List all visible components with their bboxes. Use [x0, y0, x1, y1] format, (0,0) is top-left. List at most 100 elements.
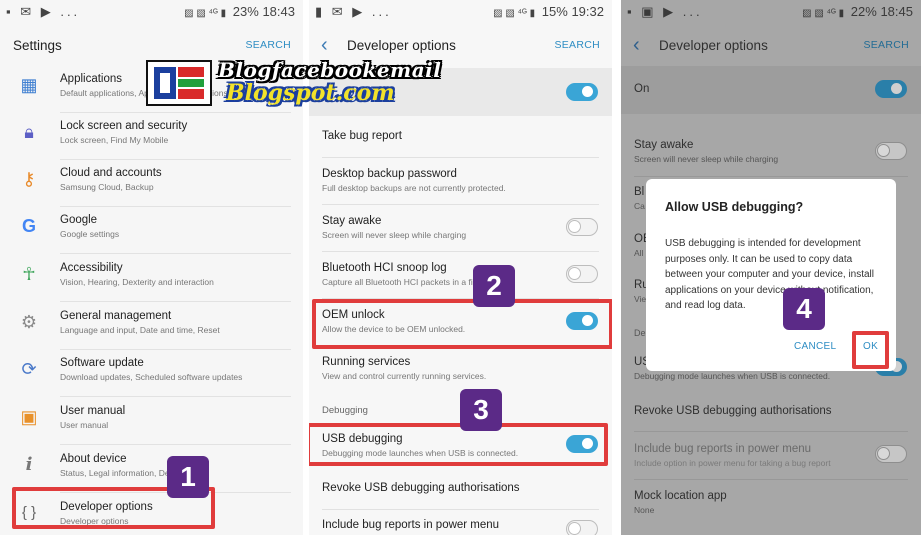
item-title: Stay awake — [634, 139, 694, 151]
status-bar: ▪ ✉ ▶ ... ▨ ▧ ⁴ᴳ ▮ 23% 18:43 — [0, 0, 303, 24]
highlight-ok-button — [852, 331, 889, 369]
item-title: Include bug reports in power menu — [322, 519, 500, 531]
settings-item-accessibility[interactable]: ☥ Accessibility Vision, Hearing, Dexteri… — [0, 255, 303, 302]
status-bar: ▮ ✉ ▶ ... ▨ ▧ ⁴ᴳ ▮ 15% 19:32 — [309, 0, 612, 24]
google-icon: G — [21, 216, 36, 236]
item-title: Take bug report — [322, 130, 402, 142]
revoke-usb-debugging[interactable]: Revoke USB debugging authorisations — [309, 472, 612, 510]
divider — [60, 253, 291, 254]
watermark-line2: Blogspot.com — [226, 80, 395, 106]
search-button[interactable]: SEARCH — [245, 39, 291, 51]
battery-level: 23% — [232, 4, 259, 19]
item-subtitle: Debugging mode launches when USB is conn… — [634, 371, 831, 381]
page-title: Developer options — [659, 38, 768, 53]
info-icon: i — [25, 454, 33, 475]
manual-icon: ▣ — [20, 407, 38, 427]
take-bug-report[interactable]: Take bug report — [309, 116, 612, 158]
lock-icon: 🔒︎ — [24, 122, 34, 142]
bluetooth-hci-snoop-log[interactable]: Bluetooth HCI snoop log Capture all Blue… — [309, 252, 612, 299]
bug-reports-toggle[interactable] — [875, 445, 907, 463]
settings-item-general-management[interactable]: ⚙ General management Language and input,… — [0, 303, 303, 350]
battery-level: 22% — [850, 4, 877, 19]
settings-item-cloud-accounts[interactable]: ⚷ Cloud and accounts Samsung Cloud, Back… — [0, 160, 303, 207]
item-subtitle: View and control currently running servi… — [322, 371, 487, 381]
item-title: Include bug reports in power menu — [634, 443, 812, 455]
master-switch-row[interactable]: On — [621, 66, 921, 114]
settings-item-user-manual[interactable]: ▣ User manual User manual — [0, 398, 303, 445]
item-subtitle: Vie — [634, 294, 647, 304]
on-label: On — [634, 83, 650, 95]
item-subtitle: Screen will never sleep while charging — [634, 154, 779, 164]
cancel-button[interactable]: CANCEL — [794, 341, 836, 352]
step-badge-1: 1 — [167, 456, 209, 498]
item-subtitle: Google settings — [60, 229, 120, 239]
back-arrow-icon[interactable]: ‹ — [321, 34, 328, 57]
item-title: Revoke USB debugging authorisations — [634, 405, 832, 417]
bluetooth-hci-toggle[interactable] — [566, 265, 598, 283]
clock: 18:45 — [880, 4, 913, 19]
item-subtitle: None — [634, 505, 655, 515]
include-bug-reports[interactable]: Include bug reports in power menu Includ… — [621, 432, 921, 480]
item-subtitle: Samsung Cloud, Backup — [60, 182, 154, 192]
item-subtitle: Lock screen, Find My Mobile — [60, 135, 169, 145]
clock: 19:32 — [571, 4, 604, 19]
blog-logo — [146, 60, 212, 106]
divider — [60, 444, 291, 445]
mock-location-app[interactable]: Mock location app None — [621, 480, 921, 524]
item-subtitle: Full desktop backups are not currently p… — [322, 183, 506, 193]
running-services[interactable]: Running services View and control curren… — [309, 347, 612, 391]
signal-icons: ▨ ▧ ⁴ᴳ ▮ — [802, 8, 845, 19]
item-subtitle: Download updates, Scheduled software upd… — [60, 372, 243, 382]
item-title: Bluetooth HCI snoop log — [322, 262, 447, 274]
include-bug-reports[interactable]: Include bug reports in power menu — [309, 510, 612, 535]
notification-icons: ▮ ✉ ▶ ... — [315, 4, 392, 19]
item-subtitle: Ca — [634, 201, 645, 211]
item-title: Bl — [634, 186, 645, 198]
section-label: De — [634, 328, 646, 338]
step-badge-4: 4 — [783, 288, 825, 330]
revoke-usb-debugging[interactable]: Revoke USB debugging authorisations — [621, 392, 921, 432]
item-title: User manual — [60, 405, 126, 417]
page-title: Developer options — [347, 38, 456, 53]
item-title: General management — [60, 310, 172, 322]
step-badge-2: 2 — [473, 265, 515, 307]
battery-level: 15% — [541, 4, 568, 19]
watermark-line1: Blogfacebookemail — [218, 58, 442, 82]
blog-watermark: Blogfacebookemail Blogspot.com — [146, 58, 446, 108]
step-badge-3: 3 — [460, 389, 502, 431]
item-title: Google — [60, 214, 98, 226]
developer-options-toggle[interactable] — [566, 83, 598, 101]
notification-icons: ▪ ▣ ▶ ... — [627, 4, 703, 19]
stay-awake-toggle[interactable] — [566, 218, 598, 236]
section-header-debugging: Debugging — [322, 405, 368, 416]
item-title: About device — [60, 453, 127, 465]
signal-icons: ▨ ▧ ⁴ᴳ ▮ — [184, 8, 227, 19]
stay-awake-toggle[interactable] — [875, 142, 907, 160]
item-subtitle: Language and input, Date and time, Reset — [60, 325, 220, 335]
item-title: Lock screen and security — [60, 120, 188, 132]
item-title: Mock location app — [634, 490, 727, 502]
item-subtitle: Include option in power menu for taking … — [634, 458, 831, 468]
item-title: Cloud and accounts — [60, 167, 162, 179]
settings-item-google[interactable]: G Google Google settings — [0, 207, 303, 254]
dialog-message: USB debugging is intended for developmen… — [665, 238, 875, 311]
divider — [60, 301, 291, 302]
item-subtitle: Vision, Hearing, Dexterity and interacti… — [60, 277, 214, 287]
settings-item-software-update[interactable]: ⟳ Software update Download updates, Sche… — [0, 350, 303, 397]
back-arrow-icon[interactable]: ‹ — [633, 34, 640, 57]
search-button[interactable]: SEARCH — [554, 39, 600, 51]
highlight-oem-unlock — [312, 299, 612, 349]
status-bar: ▪ ▣ ▶ ... ▨ ▧ ⁴ᴳ ▮ 22% 18:45 — [621, 0, 921, 24]
search-button[interactable]: SEARCH — [863, 39, 909, 51]
item-title: Applications — [60, 73, 123, 85]
item-title: Stay awake — [322, 215, 382, 227]
bug-reports-toggle[interactable] — [566, 520, 598, 535]
divider — [60, 396, 291, 397]
developer-options-toggle[interactable] — [875, 80, 907, 98]
settings-item-lock-screen[interactable]: 🔒︎ Lock screen and security Lock screen,… — [0, 113, 303, 160]
desktop-backup-password[interactable]: Desktop backup password Full desktop bac… — [309, 158, 612, 205]
stay-awake[interactable]: Stay awake Screen will never sleep while… — [309, 205, 612, 252]
settings-item-about-device[interactable]: i About device Status, Legal information… — [0, 446, 303, 493]
stay-awake[interactable]: Stay awake Screen will never sleep while… — [621, 130, 921, 177]
item-subtitle: Screen will never sleep while charging — [322, 230, 467, 240]
